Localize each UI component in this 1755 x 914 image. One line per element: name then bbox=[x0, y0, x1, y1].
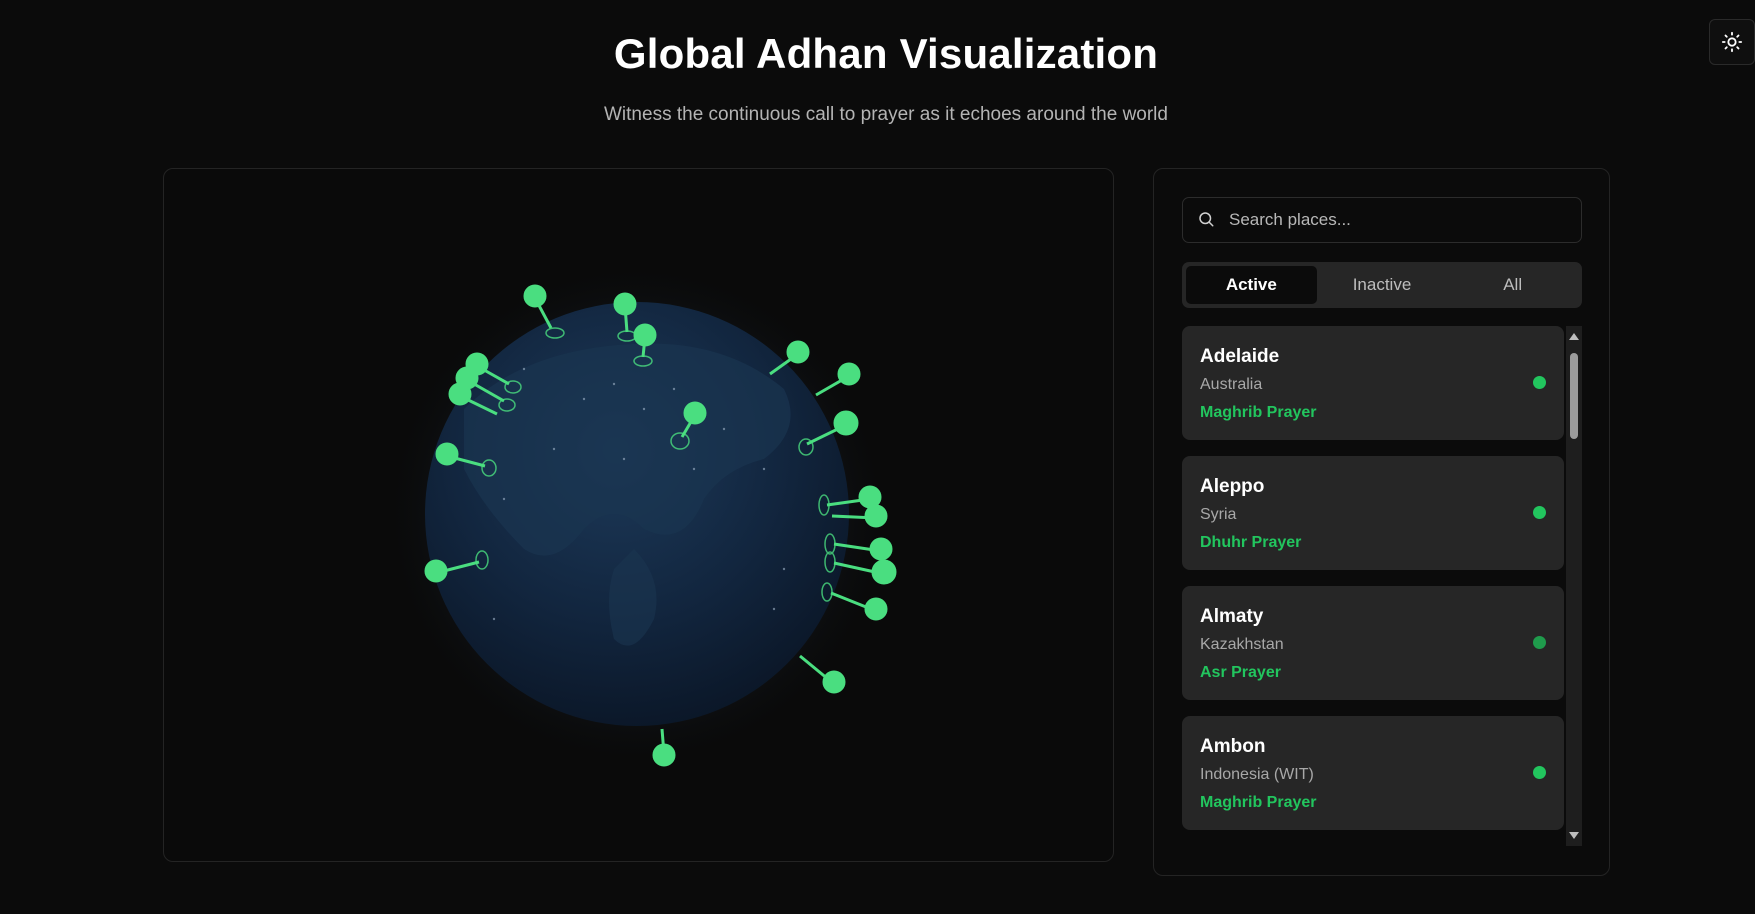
active-status-dot bbox=[1533, 766, 1546, 779]
prayer-marker bbox=[833, 410, 859, 436]
prayer-marker bbox=[786, 340, 810, 364]
place-city: Almaty bbox=[1200, 606, 1264, 627]
place-card-almaty[interactable]: Almaty Kazakhstan Asr Prayer bbox=[1182, 586, 1564, 700]
active-status-dot bbox=[1533, 376, 1546, 389]
place-city: Adelaide bbox=[1200, 346, 1280, 367]
prayer-marker bbox=[613, 292, 637, 316]
search-icon bbox=[1197, 210, 1217, 230]
prayer-marker bbox=[869, 537, 893, 561]
prayer-marker bbox=[871, 559, 897, 585]
place-city: Ambon bbox=[1200, 736, 1266, 757]
list-scrollbar[interactable] bbox=[1566, 326, 1582, 846]
place-card-ambon[interactable]: Ambon Indonesia (WIT) Maghrib Prayer bbox=[1182, 716, 1564, 830]
globe-panel[interactable] bbox=[163, 168, 1114, 862]
scroll-up-arrow-icon[interactable] bbox=[1569, 333, 1579, 340]
place-prayer: Dhuhr Prayer bbox=[1200, 534, 1302, 551]
place-card-aleppo[interactable]: Aleppo Syria Dhuhr Prayer bbox=[1182, 456, 1564, 570]
page-title: Global Adhan Visualization bbox=[613, 30, 1159, 77]
place-prayer: Maghrib Prayer bbox=[1200, 794, 1317, 811]
prayer-marker bbox=[448, 382, 472, 406]
page-subtitle: Witness the continuous call to prayer as… bbox=[604, 104, 1168, 125]
prayer-marker bbox=[435, 442, 459, 466]
globe-visualization[interactable] bbox=[164, 169, 1114, 862]
prayer-marker bbox=[822, 670, 846, 694]
prayer-marker bbox=[864, 597, 888, 621]
place-country: Kazakhstan bbox=[1200, 636, 1284, 653]
tab-inactive[interactable]: Inactive bbox=[1317, 266, 1448, 304]
active-status-dot bbox=[1533, 506, 1546, 519]
active-status-dot bbox=[1533, 636, 1546, 649]
prayer-marker bbox=[523, 284, 547, 308]
tab-all[interactable]: All bbox=[1447, 266, 1578, 304]
place-prayer: Maghrib Prayer bbox=[1200, 404, 1317, 421]
prayer-marker bbox=[683, 401, 707, 425]
places-list[interactable]: Adelaide Australia Maghrib Prayer Aleppo… bbox=[1182, 326, 1564, 846]
place-country: Syria bbox=[1200, 506, 1237, 523]
search-input[interactable] bbox=[1227, 209, 1561, 231]
prayer-marker bbox=[424, 559, 448, 583]
prayer-marker bbox=[858, 485, 882, 509]
search-box[interactable] bbox=[1182, 197, 1582, 243]
scrollbar-thumb[interactable] bbox=[1570, 353, 1578, 439]
place-card-adelaide[interactable]: Adelaide Australia Maghrib Prayer bbox=[1182, 326, 1564, 440]
place-city: Aleppo bbox=[1200, 476, 1265, 497]
place-country: Indonesia (WIT) bbox=[1200, 766, 1314, 783]
places-panel: Active Inactive All Adelaide Australia M… bbox=[1153, 168, 1610, 876]
tab-active[interactable]: Active bbox=[1186, 266, 1317, 304]
place-country: Australia bbox=[1200, 376, 1263, 393]
scroll-down-arrow-icon[interactable] bbox=[1569, 832, 1579, 839]
filter-tabs: Active Inactive All bbox=[1182, 262, 1582, 308]
prayer-marker bbox=[837, 362, 861, 386]
place-prayer: Asr Prayer bbox=[1200, 664, 1281, 681]
prayer-marker bbox=[864, 504, 888, 528]
prayer-marker bbox=[652, 743, 676, 767]
prayer-marker bbox=[633, 323, 657, 347]
